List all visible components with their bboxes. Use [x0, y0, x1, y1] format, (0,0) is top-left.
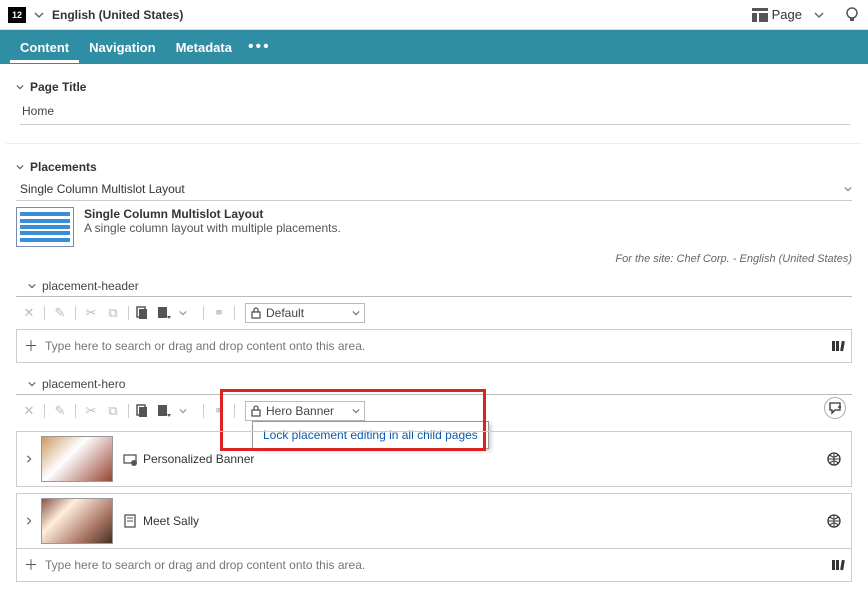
content-title: Meet Sally: [143, 514, 199, 528]
thumbnail: [41, 436, 113, 482]
copy-icon: ⧉: [104, 305, 122, 321]
lightbulb-icon[interactable]: [844, 6, 860, 24]
globe-icon[interactable]: [827, 452, 841, 466]
chevron-down-icon[interactable]: [16, 163, 24, 171]
chevron-right-icon[interactable]: [25, 455, 33, 463]
personalized-icon: [123, 452, 137, 466]
layout-selector[interactable]: Single Column Multislot Layout: [16, 180, 852, 201]
edit-icon: ✎: [51, 403, 69, 419]
chevron-down-icon: [844, 185, 852, 193]
tab-content[interactable]: Content: [10, 32, 79, 63]
copy-icon: ⧉: [104, 403, 122, 419]
paste-icon[interactable]: [135, 306, 153, 320]
lock-icon: [250, 405, 262, 417]
chevron-down-icon[interactable]: [28, 282, 36, 290]
plus-icon[interactable]: ＋: [23, 555, 39, 575]
page-mode-label[interactable]: Page: [772, 7, 802, 22]
locale-badge[interactable]: 12: [8, 7, 26, 23]
drop-placeholder[interactable]: Type here to search or drag and drop con…: [45, 339, 831, 353]
layout-thumbnail: [16, 207, 74, 247]
chevron-down-icon[interactable]: [814, 10, 824, 20]
cut-icon: ✂: [82, 403, 100, 419]
chevron-down-icon: [352, 407, 360, 415]
close-icon: ✕: [20, 305, 38, 321]
paste-dropdown-icon[interactable]: [157, 404, 175, 418]
section-title-page-title: Page Title: [30, 80, 86, 94]
edit-icon: ✎: [51, 305, 69, 321]
cut-icon: ✂: [82, 305, 100, 321]
placement-header-title: placement-header: [42, 279, 139, 293]
chevron-down-icon[interactable]: [179, 407, 197, 415]
drop-area-hero[interactable]: ＋ Type here to search or drag and drop c…: [16, 549, 852, 582]
lock-mode-dropdown[interactable]: Default: [245, 303, 365, 323]
drop-area-header[interactable]: ＋ Type here to search or drag and drop c…: [16, 329, 852, 363]
library-icon[interactable]: [831, 558, 845, 572]
content-title: Personalized Banner: [143, 452, 254, 466]
thumbnail: [41, 498, 113, 544]
chevron-down-icon[interactable]: [28, 380, 36, 388]
close-icon: ✕: [20, 403, 38, 419]
page-title-value[interactable]: Home: [20, 100, 850, 125]
chevron-down-icon: [352, 309, 360, 317]
content-card-personalized-banner[interactable]: Personalized Banner: [16, 431, 852, 487]
lock-icon: [250, 307, 262, 319]
globe-icon[interactable]: [827, 514, 841, 528]
chevron-down-icon[interactable]: [16, 83, 24, 91]
tabs-bar: Content Navigation Metadata •••: [0, 30, 868, 64]
drop-placeholder[interactable]: Type here to search or drag and drop con…: [45, 558, 831, 572]
page-layout-icon[interactable]: [752, 8, 768, 22]
tab-navigation[interactable]: Navigation: [79, 32, 165, 63]
tab-metadata[interactable]: Metadata: [166, 32, 242, 63]
plus-icon[interactable]: ＋: [23, 336, 39, 356]
chevron-right-icon[interactable]: [25, 517, 33, 525]
lock-mode-dropdown-hero[interactable]: Hero Banner: [245, 401, 365, 421]
paste-icon[interactable]: [135, 404, 153, 418]
paste-dropdown-icon[interactable]: [157, 306, 175, 320]
link-icon: ⚭: [210, 403, 228, 419]
tab-more-icon[interactable]: •••: [242, 38, 277, 56]
page-icon: [123, 514, 137, 528]
site-note: For the site: Chef Corp. - English (Unit…: [16, 253, 852, 265]
content-card-meet-sally[interactable]: Meet Sally: [16, 493, 852, 549]
link-icon: ⚭: [210, 305, 228, 321]
language-label: English (United States): [52, 8, 183, 22]
library-icon[interactable]: [831, 339, 845, 353]
comment-icon[interactable]: [824, 397, 846, 419]
chevron-down-icon[interactable]: [34, 10, 44, 20]
placement-hero-title: placement-hero: [42, 377, 125, 391]
layout-description: A single column layout with multiple pla…: [84, 221, 341, 235]
section-title-placements: Placements: [30, 160, 97, 174]
layout-title: Single Column Multislot Layout: [84, 207, 341, 221]
chevron-down-icon[interactable]: [179, 309, 197, 317]
